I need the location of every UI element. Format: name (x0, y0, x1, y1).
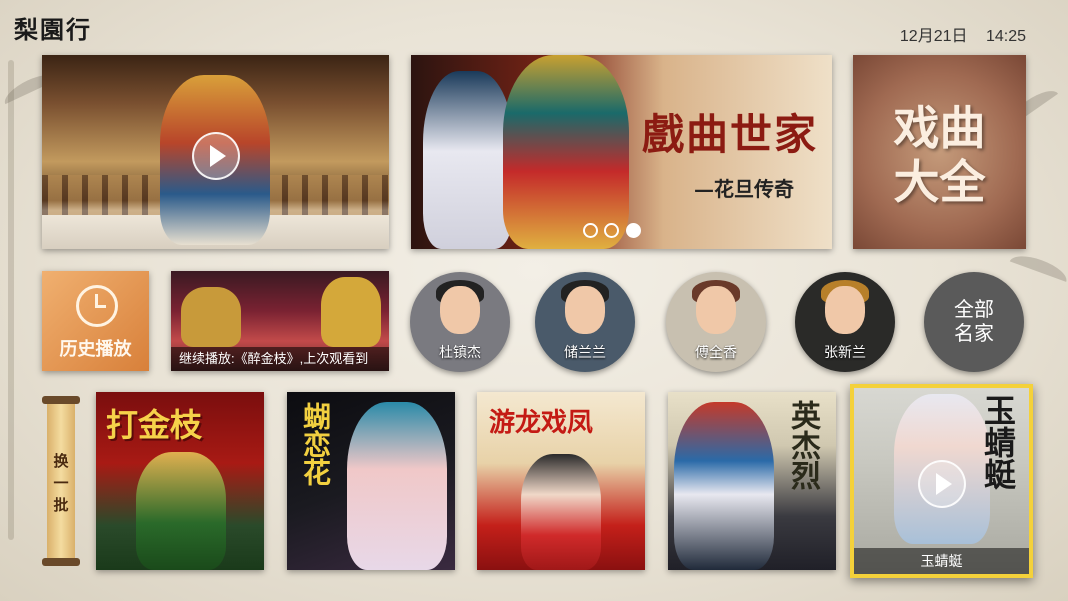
poster-title: 玉蜻蜓 (979, 394, 1017, 490)
banner-carousel[interactable]: 戲曲世家 —花旦传奇 (411, 55, 832, 249)
date-time: 12月21日 14:25 (886, 22, 1026, 46)
continue-watching-tile[interactable]: 继续播放:《醉金枝》,上次观看到 (171, 271, 389, 371)
performer-figure (181, 287, 241, 347)
date-text: 12月21日 (899, 28, 968, 45)
carousel-dot[interactable] (604, 223, 620, 238)
opera-collection-label: 戏曲大全 (853, 101, 1026, 209)
artist-face (825, 286, 865, 334)
opera-poster[interactable]: 英杰烈 (668, 392, 836, 570)
play-icon[interactable] (192, 132, 240, 180)
refresh-label: 换一批 (53, 452, 69, 514)
scroll-rod-bottom (42, 558, 80, 566)
artist-name: 傅全香 (695, 344, 737, 360)
artist-face (440, 286, 480, 334)
opera-poster[interactable]: 打金枝 (96, 392, 264, 570)
history-label: 历史播放 (59, 339, 132, 360)
banner-subtitle: —花旦传奇 (694, 177, 794, 201)
all-artists-line1: 全部 (954, 299, 994, 321)
artist-name: 张新兰 (824, 344, 866, 360)
all-artists-label: 全部 名家 (924, 298, 1024, 346)
performer-figure (136, 452, 226, 570)
artist-name: 储兰兰 (564, 344, 606, 360)
artist-avatar[interactable]: 储兰兰 (535, 272, 635, 372)
artist-face (565, 286, 605, 334)
performer-figure (321, 277, 381, 347)
refresh-button[interactable]: 换一批 (42, 392, 80, 570)
all-artists-line2: 名家 (954, 323, 994, 345)
opera-poster[interactable]: 蝴恋花 (287, 392, 455, 570)
performer-figure (347, 402, 447, 570)
opera-collection-text: 戏曲大全 (893, 101, 986, 209)
carousel-dot-active[interactable] (625, 223, 641, 238)
opera-poster-focused[interactable]: 玉蜻蜓 玉蜻蜓 (850, 384, 1033, 578)
performer-figure (674, 402, 774, 570)
banner-title: 戲曲世家 (641, 110, 818, 159)
bamboo-decoration (8, 60, 14, 540)
poster-caption: 玉蜻蜓 (854, 548, 1029, 574)
history-playback-tile[interactable]: 历史播放 (42, 271, 149, 371)
performer-figure (503, 55, 629, 249)
clock-icon (76, 285, 118, 327)
continue-text: 继续播放:《醉金枝》,上次观看到 (171, 347, 389, 371)
artist-avatar[interactable]: 傅全香 (666, 272, 766, 372)
artist-avatar[interactable]: 张新兰 (795, 272, 895, 372)
poster-title: 蝴恋花 (299, 402, 332, 486)
app-logo: 梨園行 (14, 15, 92, 44)
play-icon[interactable] (918, 460, 966, 508)
artist-face (696, 286, 736, 334)
carousel-dot[interactable] (583, 223, 598, 238)
carousel-indicator[interactable] (583, 223, 643, 243)
artist-name: 杜镇杰 (439, 344, 481, 360)
poster-title: 英杰烈 (785, 400, 820, 490)
all-artists-button[interactable]: 全部 名家 (924, 272, 1024, 372)
opera-poster[interactable]: 游龙戏凤 (477, 392, 645, 570)
poster-title: 打金枝 (106, 406, 203, 444)
artist-avatar[interactable]: 杜镇杰 (410, 272, 510, 372)
bamboo-leaf-decoration (1009, 250, 1068, 282)
featured-video-tile[interactable] (42, 55, 389, 249)
time-text: 14:25 (985, 28, 1026, 45)
opera-collection-tile[interactable]: 戏曲大全 (853, 55, 1026, 249)
scroll-rod-top (42, 396, 80, 404)
performer-figure (423, 71, 513, 249)
performer-figure (521, 454, 601, 570)
poster-title: 游龙戏凤 (489, 408, 594, 438)
